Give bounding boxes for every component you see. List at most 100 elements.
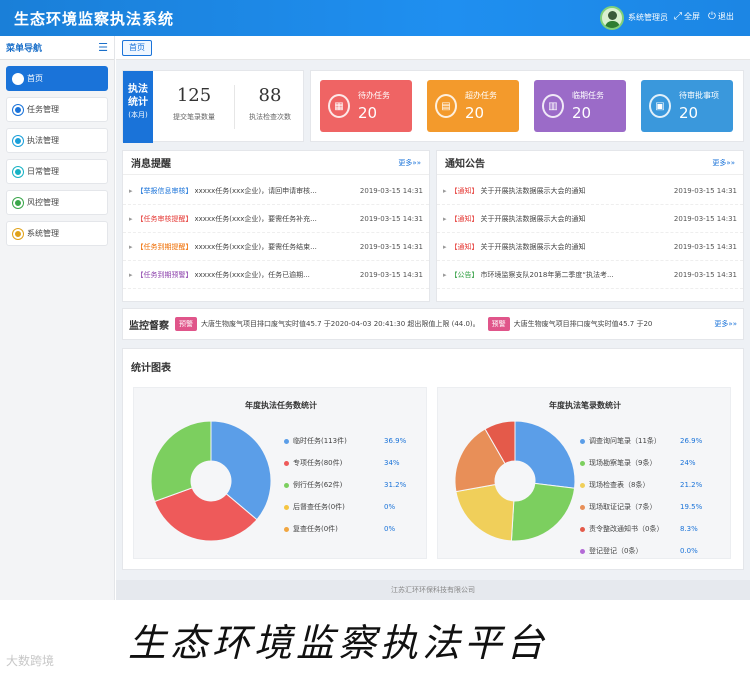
messages-more-link[interactable]: 更多»» [398, 158, 421, 168]
legend-item[interactable]: 例行任务(62件) 31.2% [284, 474, 406, 496]
item-time: 2019-03-15 14:31 [359, 186, 423, 195]
task-card[interactable]: ▦ 待办任务 20 [320, 80, 412, 132]
card-value: 20 [465, 104, 485, 122]
item-time: 2019-03-15 14:31 [359, 214, 423, 223]
donut-slice[interactable] [514, 420, 576, 489]
list-item[interactable]: ▸ 【公告】 市环境监察支队2018年第二季度“执法考... 2019-03-15 1… [437, 261, 743, 289]
stat-records-value: 125 [176, 85, 212, 106]
avatar[interactable] [600, 6, 624, 30]
sidebar-item[interactable]: 日常管理 [6, 159, 108, 184]
legend-label: 临时任务(113件) [293, 437, 347, 445]
power-icon: ⏻ [708, 11, 716, 22]
stat-records-caption: 提交笔录数量 [173, 113, 215, 121]
promo-caption: 生态环境监察执法平台 [128, 621, 549, 665]
sidebar-item-label: 系统管理 [27, 229, 59, 238]
legend-label: 责令整改通知书（0条） [589, 525, 664, 533]
legend-item[interactable]: 专项任务(80件) 34% [284, 452, 400, 474]
legend-percent: 34% [384, 459, 400, 467]
sidebar-header: 菜单导航 ☰ [0, 36, 114, 60]
sidebar-title: 菜单导航 [6, 44, 43, 54]
donut-slice[interactable] [455, 483, 515, 542]
logout-button[interactable]: ⏻ 退出 [708, 11, 734, 22]
legend-item[interactable]: 登记登记（0条） 0.0% [580, 540, 698, 562]
warning-badge: 预警 [487, 317, 510, 331]
sidebar-item[interactable]: 系统管理 [6, 221, 108, 246]
legend-item[interactable]: 责令整改通知书（0条） 8.3% [580, 518, 698, 540]
legend-item[interactable]: 复查任务(0件) 0% [284, 518, 395, 540]
sidebar-item-label: 首页 [27, 74, 43, 83]
item-text: 关于开展执法数据展示大会的通知 [480, 214, 586, 223]
stat-inspections-caption: 执法检查次数 [249, 113, 291, 121]
sidebar-item-label: 日常管理 [27, 167, 59, 176]
notices-title: 通知公告 [445, 159, 485, 170]
card-title: 超办任务 [465, 91, 497, 100]
legend-item[interactable]: 现场取证记录（7条） 19.5% [580, 496, 702, 518]
logout-label: 退出 [717, 12, 734, 21]
legend-label: 登记登记（0条） [589, 547, 643, 555]
list-item[interactable]: ▸ 【任务到期提醒】 xxxxx任务(xxx企业)，要需任务结束... 2019-03… [123, 233, 429, 261]
list-item[interactable]: ▸ 【通知】 关于开展执法数据展示大会的通知 2019-03-15 14:31 [437, 177, 743, 205]
list-item[interactable]: ▸ 【通知】 关于开展执法数据展示大会的通知 2019-03-15 14:31 [437, 233, 743, 261]
legend-item[interactable]: 调查询问笔录（11条） 26.9% [580, 430, 702, 452]
list-item[interactable]: ▸ 【任务审核提醒】 xxxxx任务(xxx企业)，要需任务补充... 2019-03… [123, 205, 429, 233]
legend-item[interactable]: 现场勘察笔录（9条） 24% [580, 452, 696, 474]
item-time: 2019-03-15 14:31 [673, 186, 737, 195]
item-text: xxxxx任务(xxx企业)，要需任务结束... [194, 242, 317, 251]
item-tag: 【任务到期提醒】 [136, 242, 193, 251]
item-tag: 【任务到期预警】 [136, 270, 193, 279]
monitor-more-link[interactable]: 更多»» [714, 319, 737, 329]
item-text: 关于开展执法数据展示大会的通知 [480, 242, 586, 251]
menu-item-icon [13, 228, 23, 239]
item-text: xxxxx任务(xxx企业)，要需任务补充... [194, 214, 317, 223]
legend-label: 后督查任务(0件) [293, 503, 345, 511]
sidebar: 菜单导航 ☰ 首页任务管理执法管理日常管理风控管理系统管理 [0, 36, 115, 600]
left-donut-chart [150, 420, 272, 542]
sidebar-item[interactable]: 执法管理 [6, 128, 108, 153]
card-title: 待审批事项 [679, 91, 719, 100]
item-time: 2019-03-15 14:31 [673, 270, 737, 279]
tab-home[interactable]: 首页 [122, 40, 152, 56]
menu-item-icon [13, 166, 23, 177]
task-card[interactable]: ▥ 临期任务 20 [534, 80, 626, 132]
legend-item[interactable]: 临时任务(113件) 36.9% [284, 430, 406, 452]
user-name[interactable]: 系统管理员 [628, 12, 668, 23]
sidebar-item-label: 执法管理 [27, 136, 59, 145]
list-item[interactable]: ▸ 【任务到期预警】 xxxxx任务(xxx企业)，任务已逾期... 2019-03-… [123, 261, 429, 289]
watermark: 大数跨境 [6, 654, 55, 668]
monitor-alert[interactable]: 大唐生物废气项目排口废气实时值45.7 于2020-04-03 20:41:30… [201, 319, 480, 329]
sidebar-item[interactable]: 任务管理 [6, 97, 108, 122]
legend-label: 调查询问笔录（11条） [589, 437, 661, 445]
donut-slice[interactable] [150, 420, 212, 503]
card-title: 待办任务 [358, 91, 390, 100]
enforcement-stats: 执法统计 (本月) 125 提交笔录数量 88 执法检查次数 [122, 70, 304, 143]
clipboard-icon: ▥ [542, 94, 564, 118]
legend-percent: 0.0% [680, 547, 698, 555]
menu-toggle-icon[interactable]: ☰ [98, 41, 108, 54]
legend-item[interactable]: 现场检查表（8条） 21.2% [580, 474, 702, 496]
notices-more-link[interactable]: 更多»» [712, 158, 735, 168]
stat-inspections-value: 88 [258, 85, 282, 106]
monitor-alert[interactable]: 大唐生物废气项目排口废气实时值45.7 于20 [514, 319, 653, 329]
item-time: 2019-03-15 14:31 [673, 242, 737, 251]
sidebar-item[interactable]: 首页 [6, 66, 108, 91]
card-title: 临期任务 [572, 91, 604, 100]
main-content: 执法统计 (本月) 125 提交笔录数量 88 执法检查次数 ▦ 待办任务 20 ▤ 超… [116, 60, 750, 580]
legend-item[interactable]: 后督查任务(0件) 0% [284, 496, 395, 518]
list-item[interactable]: ▸ 【通知】 关于开展执法数据展示大会的通知 2019-03-15 14:31 [437, 205, 743, 233]
sidebar-item[interactable]: 风控管理 [6, 190, 108, 215]
legend-label: 例行任务(62件) [293, 481, 343, 489]
calendar-icon: ▦ [328, 94, 350, 118]
legend-label: 现场勘察笔录（9条） [589, 459, 657, 467]
list-item[interactable]: ▸ 【举报信息审核】 xxxxx任务(xxx企业)，请回申请审核... 2019-03… [123, 177, 429, 205]
messages-title: 消息提醒 [131, 159, 171, 170]
legend-percent: 0% [384, 525, 396, 533]
task-card[interactable]: ▤ 超办任务 20 [427, 80, 519, 132]
item-tag: 【任务审核提醒】 [136, 214, 193, 223]
fullscreen-button[interactable]: ⤢ 全屏 [674, 11, 700, 22]
item-time: 2019-03-15 14:31 [359, 270, 423, 279]
legend-percent: 8.3% [680, 525, 698, 533]
stats-label: 执法统计 (本月) [123, 71, 153, 143]
donut-slice[interactable] [510, 482, 576, 542]
menu-item-icon [13, 135, 23, 146]
task-card[interactable]: ▣ 待审批事项 20 [641, 80, 733, 132]
